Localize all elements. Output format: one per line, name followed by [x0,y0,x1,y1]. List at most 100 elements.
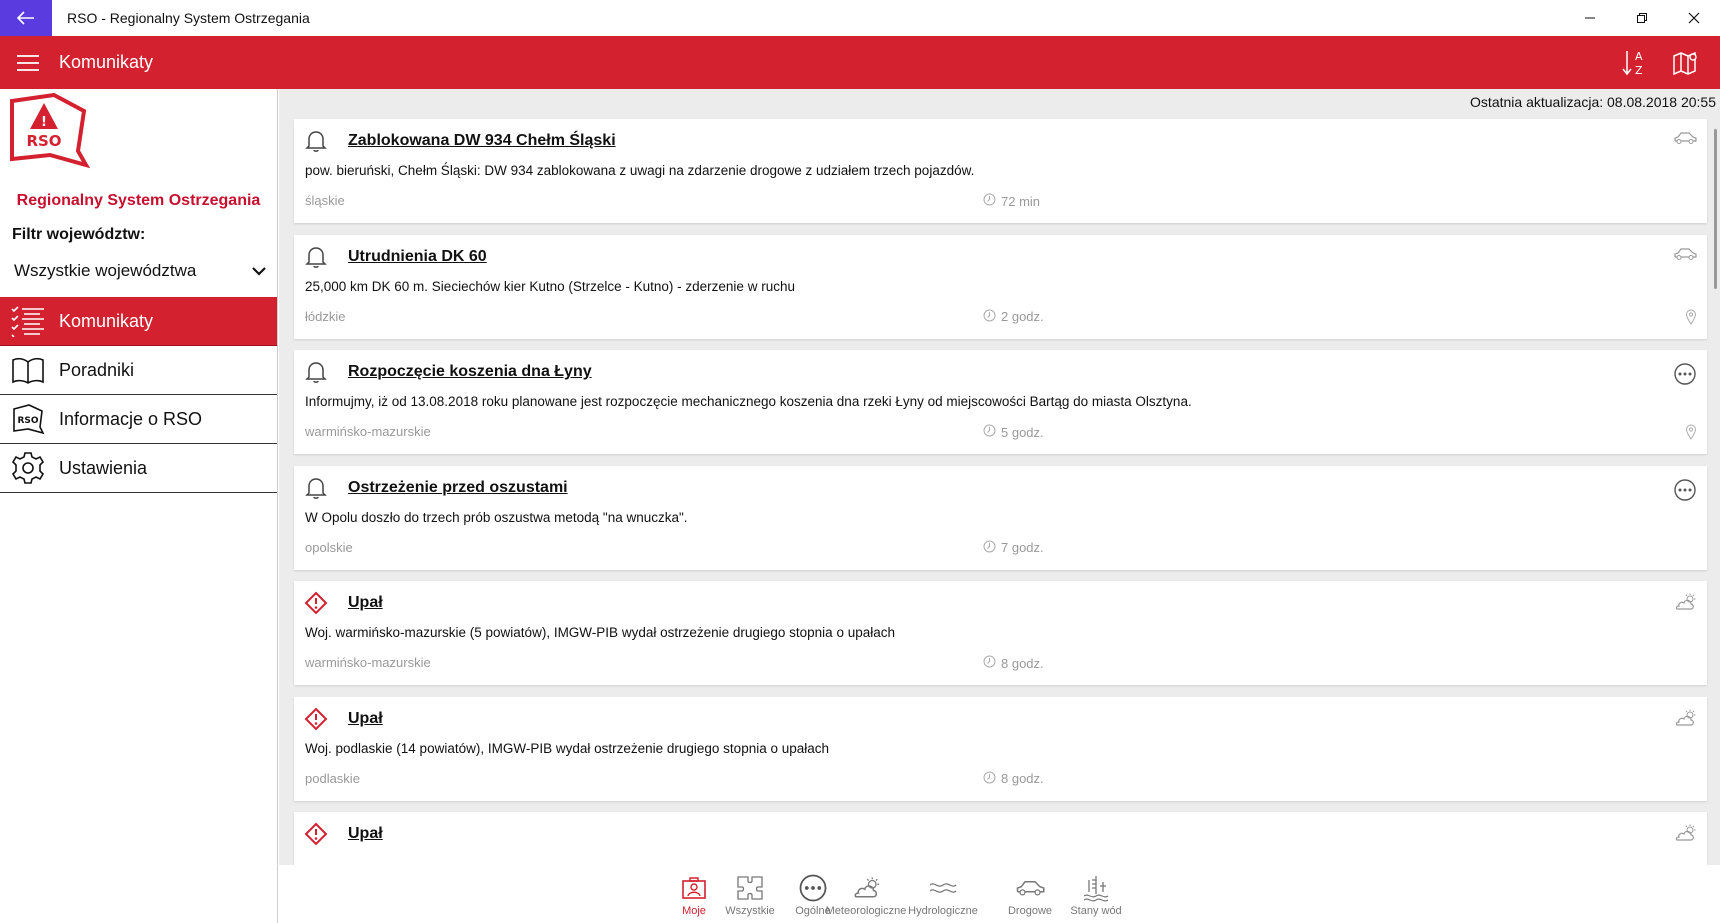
card-header: Utrudnienia DK 60 [304,245,487,269]
pin-icon[interactable] [1685,424,1697,445]
card-title[interactable]: Ostrzeżenie przed oszustami [348,479,568,497]
list-check-icon [2,297,54,346]
tab-stany-wód[interactable]: Stany wód [1066,865,1126,917]
tab-label: Stany wód [1070,905,1122,917]
card-region: podlaskie [305,770,360,786]
book-icon [2,346,54,395]
map-button[interactable] [1660,36,1712,89]
sidebar-item-komunikaty[interactable]: Komunikaty [0,297,277,346]
sort-button[interactable]: A Z [1608,36,1660,89]
weather-icon [1673,709,1697,732]
card-title[interactable]: Utrudnienia DK 60 [348,248,487,266]
clock-icon [983,193,1001,209]
sidebar: ! RSO Regionalny System Ostrzegania Filt… [0,89,278,923]
waves-icon [929,873,957,903]
car-icon [1673,247,1697,266]
sidebar-item-informacje[interactable]: RSO Informacje o RSO [0,395,277,444]
voivodeship-filter-select[interactable]: Wszystkie województwa [14,256,266,286]
clock-icon [983,655,1001,671]
svg-text:Z: Z [1635,64,1643,77]
tab-label: Hydrologiczne [908,905,978,917]
back-button[interactable] [0,0,52,36]
minimize-button[interactable] [1564,0,1616,36]
card-description: W Opolu doszło do trzech prób oszustwa m… [305,509,688,525]
arrow-left-icon [17,11,34,25]
clock-icon [983,771,1001,787]
weather-icon [1673,824,1697,847]
tab-drogowe[interactable]: Drogowe [1001,865,1059,917]
card-region: warmińsko-mazurskie [305,424,431,439]
more-icon [1673,478,1697,507]
message-card[interactable]: Rozpoczęcie koszenia dna Łyny Informujmy… [294,350,1707,454]
messages-list-area: Ostatnia aktualizacja: 08.08.2018 20:55 … [279,89,1720,865]
sidebar-nav: Komunikaty Poradniki RSO Informacje o RS… [0,297,277,493]
tab-hydrologiczne[interactable]: Hydrologiczne [900,865,986,917]
card-time: 72 min [983,193,1040,209]
card-header: Zablokowana DW 934 Chełm Śląski [304,129,616,153]
card-region: warmińsko-mazurskie [305,655,431,670]
bell-icon [304,245,328,269]
card-region: łódzkie [305,308,346,324]
tab-moje[interactable]: Moje [676,865,712,917]
card-time-text: 72 min [1001,193,1041,209]
message-card[interactable]: Upał Woj. warmińsko-mazurskie (5 powiató… [294,581,1707,685]
card-title[interactable]: Upał [348,825,383,843]
card-time-text: 8 godz. [1001,771,1044,786]
message-card[interactable]: Upał Woj. podlaskie (14 powiatów), IMGW-… [294,696,1707,801]
user-card-icon [681,873,707,903]
card-time: 7 godz. [983,540,1044,556]
tab-label: Wszystkie [725,905,775,917]
tab-wszystkie[interactable]: Wszystkie [720,865,780,917]
svg-text:A: A [1635,50,1643,63]
card-header: Ostrzeżenie przed oszustami [304,476,568,500]
card-title[interactable]: Upał [348,710,383,728]
page-title: Komunikaty [59,52,154,72]
card-title[interactable]: Rozpoczęcie koszenia dna Łyny [348,363,592,381]
card-description: Informujmy, iż od 13.08.2018 roku planow… [305,394,1192,409]
scrollbar[interactable] [1714,129,1717,289]
card-header: Upał [304,822,383,846]
restore-icon [1637,13,1647,23]
card-time: 5 godz. [983,424,1044,440]
card-region: opolskie [305,539,353,555]
message-cards: Zablokowana DW 934 Chełm Śląski pow. bie… [294,119,1707,865]
card-time-text: 8 godz. [1001,655,1044,671]
card-description: Woj. warmińsko-mazurskie (5 powiatów), I… [305,625,895,640]
clock-icon [983,309,1001,325]
hamburger-menu-button[interactable] [0,36,56,89]
app-bar: Komunikaty A Z [0,36,1720,89]
bell-icon [304,360,328,384]
weather-icon [851,873,881,903]
hamburger-icon [17,54,39,71]
clock-icon [983,540,1001,556]
message-card[interactable]: Upał [294,812,1707,865]
filter-value: Wszystkie województwa [14,261,197,280]
card-title[interactable]: Zablokowana DW 934 Chełm Śląski [348,132,616,150]
water-level-icon [1083,873,1109,903]
pin-icon[interactable] [1685,308,1697,330]
message-card[interactable]: Ostrzeżenie przed oszustami W Opolu dosz… [294,465,1707,570]
more-icon [1673,362,1697,391]
tab-label: Drogowe [1007,905,1053,917]
card-time-text: 2 godz. [1001,309,1044,324]
last-update-text: Ostatnia aktualizacja: 08.08.2018 20:55 [1470,94,1716,110]
svg-text:!: ! [41,115,47,130]
warning-icon [304,822,328,846]
restore-button[interactable] [1616,0,1668,36]
car-icon [1015,873,1045,903]
clock-icon [983,424,1001,440]
brand-name: Regionalny System Ostrzegania [16,192,261,209]
sidebar-item-ustawienia[interactable]: Ustawienia [0,444,277,493]
sort-az-icon: A Z [1622,50,1643,77]
bell-icon [304,129,328,153]
message-card[interactable]: Zablokowana DW 934 Chełm Śląski pow. bie… [294,119,1707,223]
message-card[interactable]: Utrudnienia DK 60 25,000 km DK 60 m. Sie… [294,234,1707,339]
svg-text:RSO: RSO [26,132,61,150]
sidebar-item-poradniki[interactable]: Poradniki [0,346,277,395]
bell-icon [304,476,328,500]
card-description: 25,000 km DK 60 m. Sieciechów kier Kutno… [305,278,795,294]
close-button[interactable] [1668,0,1720,36]
car-icon [1673,131,1697,150]
card-title[interactable]: Upał [348,594,383,612]
chevron-down-icon [252,267,266,276]
